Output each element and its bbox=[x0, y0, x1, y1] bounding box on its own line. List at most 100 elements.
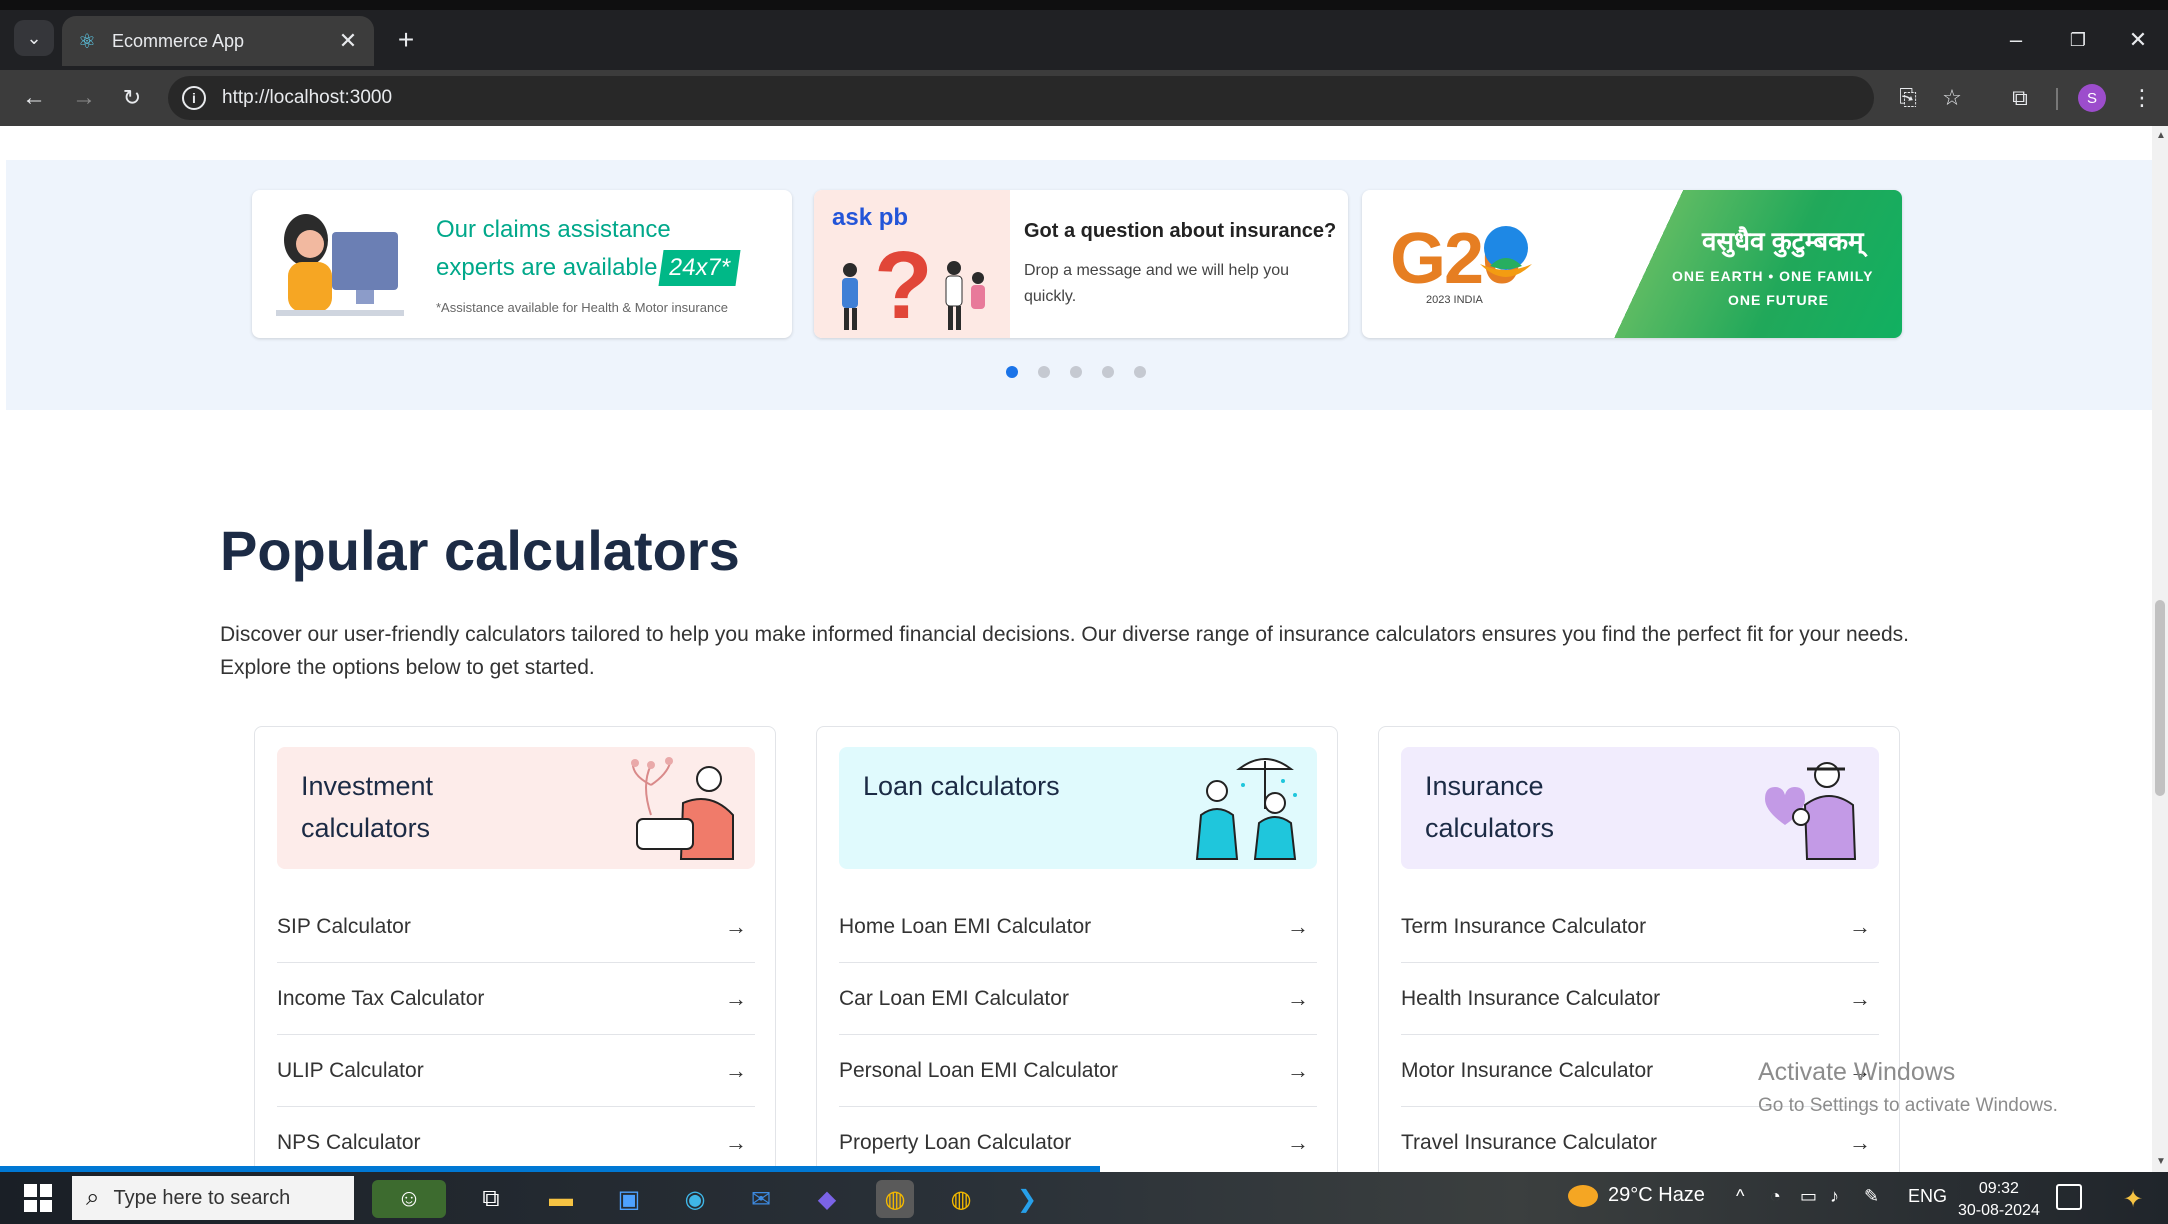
scroll-thumb[interactable] bbox=[2155, 600, 2165, 796]
vscode-icon[interactable]: ❯ bbox=[1008, 1180, 1046, 1218]
list-item[interactable]: ULIP Calculator → bbox=[277, 1035, 755, 1107]
watermark-line2: Go to Settings to activate Windows. bbox=[1758, 1095, 2058, 1116]
askpb-illustration-panel: ask pb ? bbox=[814, 190, 1010, 338]
language-indicator[interactable]: ENG bbox=[1908, 1186, 1947, 1207]
insurance-illustration bbox=[1765, 762, 1857, 860]
browser-tab-bar: ⌄ ⚛ Ecommerce App ✕ + – ❐ ✕ bbox=[0, 0, 2168, 70]
carousel-dot[interactable] bbox=[1102, 366, 1114, 378]
reload-icon[interactable]: ↻ bbox=[112, 78, 152, 118]
list-item[interactable]: SIP Calculator → bbox=[277, 891, 755, 963]
activate-windows-watermark: Activate Windows Go to Settings to activ… bbox=[1758, 1058, 2058, 1117]
carousel-dots bbox=[1006, 366, 1146, 378]
arrow-right-icon: → bbox=[1849, 913, 1871, 939]
windows-start-icon[interactable] bbox=[24, 1184, 52, 1212]
extensions-icon[interactable]: ⧉ bbox=[2002, 80, 2038, 116]
mail-icon[interactable]: ✉ bbox=[742, 1180, 780, 1218]
loan-calculators-card: Loan calculators Home Loan EMI Calculato… bbox=[816, 726, 1338, 1172]
arrow-right-icon: → bbox=[725, 913, 747, 939]
list-item[interactable]: Home Loan EMI Calculator → bbox=[839, 891, 1317, 963]
page-scrollbar[interactable]: ▲ ▼ bbox=[2152, 126, 2168, 1172]
file-explorer-icon[interactable]: ▬ bbox=[542, 1180, 580, 1218]
taskbar-clock[interactable]: 09:32 30-08-2024 bbox=[1958, 1178, 2040, 1222]
list-item[interactable]: Personal Loan EMI Calculator → bbox=[839, 1035, 1317, 1107]
volume-icon[interactable]: ♪ bbox=[1830, 1186, 1839, 1207]
browser-tab[interactable]: ⚛ Ecommerce App ✕ bbox=[62, 16, 374, 66]
back-icon[interactable]: ← bbox=[14, 78, 54, 118]
restore-icon[interactable]: ❐ bbox=[2058, 22, 2098, 58]
arrow-right-icon: → bbox=[1287, 1130, 1309, 1155]
claims-line2: experts are available 24x7* bbox=[436, 250, 742, 286]
url-text[interactable]: http://localhost:3000 bbox=[222, 87, 392, 109]
app-icon[interactable]: ◆ bbox=[808, 1180, 846, 1218]
arrow-right-icon: → bbox=[1849, 1130, 1871, 1155]
carousel-dot[interactable] bbox=[1070, 366, 1082, 378]
battery-icon[interactable]: ▭ bbox=[1800, 1186, 1817, 1207]
tray-chevron-up-icon[interactable]: ^ bbox=[1736, 1186, 1744, 1207]
g20-motto-hindi: वसुधैव कुटुम्बकम् bbox=[1702, 226, 1864, 256]
search-highlight-icon[interactable]: ☺ bbox=[372, 1180, 446, 1218]
taskbar-search-box[interactable]: ⌕ Type here to search bbox=[72, 1176, 354, 1220]
window-close-icon[interactable]: ✕ bbox=[2118, 22, 2158, 58]
minimize-icon[interactable]: – bbox=[1996, 22, 2036, 58]
list-item[interactable]: NPS Calculator → bbox=[277, 1107, 755, 1172]
askpb-description: Drop a message and we will help you quic… bbox=[1024, 262, 1290, 305]
list-item-label: NPS Calculator bbox=[277, 1131, 421, 1154]
support-agent-illustration bbox=[276, 214, 404, 316]
carousel-dot[interactable] bbox=[1038, 366, 1050, 378]
list-item-label: Motor Insurance Calculator bbox=[1401, 1058, 1654, 1082]
list-item[interactable]: Car Loan EMI Calculator → bbox=[839, 963, 1317, 1035]
card-title: Loan calculators bbox=[863, 771, 1060, 801]
clock-time: 09:32 bbox=[1978, 1180, 2019, 1197]
task-view-icon[interactable]: ⧉ bbox=[472, 1180, 510, 1218]
watermark-line1: Activate Windows bbox=[1758, 1058, 1956, 1086]
scroll-up-icon[interactable]: ▲ bbox=[2156, 130, 2166, 141]
weather-text: 29°C Haze bbox=[1608, 1184, 1705, 1206]
page-viewport: Our claims assistance experts are availa… bbox=[0, 126, 2152, 1172]
new-tab-icon[interactable]: + bbox=[388, 22, 424, 58]
arrow-right-icon: → bbox=[1287, 913, 1309, 939]
section-intro: Discover our user-friendly calculators t… bbox=[220, 623, 1910, 679]
carousel-dot[interactable] bbox=[1134, 366, 1146, 378]
24x7-badge: 24x7* bbox=[658, 250, 742, 286]
carousel-dot[interactable] bbox=[1006, 366, 1018, 378]
claims-assistance-banner[interactable]: Our claims assistance experts are availa… bbox=[252, 190, 792, 338]
react-favicon-icon: ⚛ bbox=[78, 30, 96, 53]
chrome-profile-icon[interactable]: ◍ bbox=[942, 1180, 980, 1218]
g20-banner[interactable]: G20 2023 INDIA वसुधैव कुटुम्बकम् ONE EAR… bbox=[1362, 190, 1902, 338]
store-icon[interactable]: ▣ bbox=[610, 1180, 648, 1218]
investment-calculators-card: Investment calculators SIP Calculator → I… bbox=[254, 726, 776, 1172]
list-item[interactable]: Property Loan Calculator → bbox=[839, 1107, 1317, 1172]
tab-search-chevron-icon[interactable]: ⌄ bbox=[14, 20, 54, 56]
install-app-icon[interactable]: ⎘ bbox=[1890, 80, 1926, 116]
section-title: Popular calculators bbox=[220, 519, 740, 582]
copilot-icon[interactable]: ✦ bbox=[2114, 1180, 2152, 1218]
investment-illustration bbox=[631, 757, 734, 860]
bookmark-star-icon[interactable]: ☆ bbox=[1934, 80, 1970, 116]
scroll-down-icon[interactable]: ▼ bbox=[2156, 1156, 2166, 1167]
card-hero: Loan calculators bbox=[839, 747, 1317, 869]
list-item-label: Health Insurance Calculator bbox=[1401, 986, 1661, 1010]
arrow-right-icon: → bbox=[1849, 985, 1871, 1011]
list-item[interactable]: Term Insurance Calculator → bbox=[1401, 891, 1879, 963]
chrome-icon[interactable]: ◍ bbox=[876, 1180, 914, 1218]
card-hero: Insurance calculators bbox=[1401, 747, 1879, 869]
list-item-label: Property Loan Calculator bbox=[839, 1131, 1072, 1154]
askpb-title: Got a question about insurance? bbox=[1024, 220, 1337, 242]
site-info-icon[interactable]: i bbox=[182, 86, 206, 110]
list-item[interactable]: Income Tax Calculator → bbox=[277, 963, 755, 1035]
arrow-right-icon: → bbox=[1287, 985, 1309, 1011]
toolbar-separator bbox=[2056, 88, 2058, 110]
tab-close-icon[interactable]: ✕ bbox=[336, 28, 360, 54]
address-bar[interactable]: i http://localhost:3000 bbox=[168, 76, 1874, 120]
edge-icon[interactable]: ◉ bbox=[676, 1180, 714, 1218]
forward-icon[interactable]: → bbox=[64, 78, 104, 118]
askpb-banner[interactable]: ask pb ? Got a question about insurance?… bbox=[814, 190, 1348, 338]
pen-icon[interactable]: ✎ bbox=[1864, 1186, 1879, 1207]
notification-center-icon[interactable] bbox=[2056, 1184, 2082, 1210]
list-item[interactable]: Health Insurance Calculator → bbox=[1401, 963, 1879, 1035]
profile-avatar[interactable]: S bbox=[2078, 84, 2106, 112]
network-icon[interactable]: ◔ bbox=[1770, 1186, 1781, 1207]
browser-menu-icon[interactable]: ⋮ bbox=[2124, 80, 2160, 116]
weather-widget[interactable]: 29°C Haze bbox=[1568, 1184, 1705, 1207]
g20-motto-line1: ONE EARTH • ONE FAMILY bbox=[1672, 268, 1874, 284]
